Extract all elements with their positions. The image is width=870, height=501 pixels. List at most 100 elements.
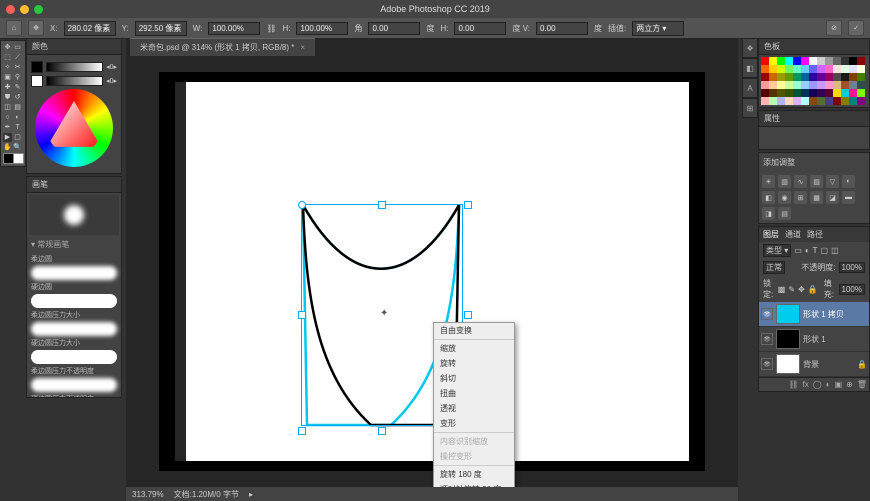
- swatch[interactable]: [769, 81, 777, 89]
- swatch[interactable]: [857, 65, 865, 73]
- skew-v-field[interactable]: 0.00: [536, 22, 588, 35]
- adjustment-layer-icon[interactable]: ◐: [826, 380, 831, 389]
- swatch[interactable]: [825, 97, 833, 105]
- chevron-right-icon[interactable]: ▸: [249, 490, 253, 499]
- swatch[interactable]: [841, 89, 849, 97]
- swatch[interactable]: [777, 97, 785, 105]
- brush-item-label[interactable]: 柔边圆压力不透明度: [31, 366, 117, 376]
- swatch[interactable]: [849, 97, 857, 105]
- swatch[interactable]: [793, 97, 801, 105]
- transform-anchor-icon[interactable]: ✦: [380, 308, 388, 319]
- adjust-gradient-map-icon[interactable]: ▤: [778, 207, 791, 220]
- visibility-toggle[interactable]: 👁: [761, 358, 773, 370]
- context-menu-item[interactable]: 斜切: [434, 371, 514, 386]
- frame-tool[interactable]: ▣: [3, 73, 12, 82]
- color-panel-tab[interactable]: 颜色: [27, 39, 121, 55]
- stamp-tool[interactable]: ⛊: [3, 93, 12, 102]
- context-menu-item[interactable]: 自由变换: [434, 323, 514, 338]
- handle-bot-left[interactable]: [298, 427, 306, 435]
- swatch[interactable]: [825, 81, 833, 89]
- swatch[interactable]: [809, 57, 817, 65]
- handle-top-left[interactable]: [298, 201, 306, 209]
- history-brush-tool[interactable]: ↺: [13, 93, 22, 102]
- adjust-brightness-icon[interactable]: ☀: [762, 175, 775, 188]
- swatch[interactable]: [825, 65, 833, 73]
- handle-mid-left[interactable]: [298, 311, 306, 319]
- filter-smart-icon[interactable]: ◫: [831, 246, 839, 255]
- swatch[interactable]: [857, 57, 865, 65]
- close-tab-icon[interactable]: ×: [300, 43, 305, 52]
- swatch[interactable]: [793, 81, 801, 89]
- spot-heal-tool[interactable]: ✚: [3, 83, 12, 92]
- swatch[interactable]: [849, 81, 857, 89]
- brush-item-label[interactable]: 硬边圆压力不透明度: [31, 394, 117, 397]
- swatch[interactable]: [777, 89, 785, 97]
- swatch[interactable]: [857, 97, 865, 105]
- swatch[interactable]: [841, 65, 849, 73]
- swatch[interactable]: [761, 73, 769, 81]
- commit-icon[interactable]: ✓: [848, 20, 864, 36]
- artboard-tool[interactable]: ▭: [13, 43, 22, 52]
- swatch[interactable]: [857, 81, 865, 89]
- fill-field[interactable]: 100%: [839, 284, 865, 295]
- brush-category[interactable]: ▾ 常规画笔: [27, 237, 121, 252]
- swatch[interactable]: [769, 57, 777, 65]
- bg-color[interactable]: [13, 153, 24, 164]
- pos-y-field[interactable]: 292.50 像素: [135, 21, 187, 36]
- panel-tab-icon[interactable]: ⊞: [742, 98, 758, 118]
- swatch[interactable]: [857, 73, 865, 81]
- swatch[interactable]: [809, 65, 817, 73]
- adjust-color-lookup-icon[interactable]: ▦: [810, 191, 823, 204]
- properties-tab[interactable]: 属性: [759, 111, 869, 127]
- link-layers-icon[interactable]: ⛓: [788, 380, 798, 389]
- adjust-posterize-icon[interactable]: ▬: [842, 191, 855, 204]
- new-layer-icon[interactable]: ⊕: [846, 380, 853, 389]
- lock-all-icon[interactable]: 🔒: [808, 285, 818, 294]
- swatch[interactable]: [761, 81, 769, 89]
- marquee-tool[interactable]: ⬚: [3, 53, 12, 62]
- transform-icon[interactable]: ✥: [28, 20, 44, 36]
- width-field[interactable]: 100.00%: [208, 22, 260, 35]
- swatch[interactable]: [777, 81, 785, 89]
- visibility-toggle[interactable]: 👁: [761, 308, 773, 320]
- gradient-slider[interactable]: [46, 62, 103, 72]
- eyedropper-tool[interactable]: ⚲: [13, 73, 22, 82]
- adjust-photo-filter-icon[interactable]: ◉: [778, 191, 791, 204]
- lock-pos-icon[interactable]: ✥: [798, 285, 805, 294]
- lasso-tool[interactable]: ⟋: [13, 53, 22, 62]
- swatch[interactable]: [817, 81, 825, 89]
- angle-field[interactable]: 0.00: [368, 22, 420, 35]
- swatch[interactable]: [793, 57, 801, 65]
- swatch[interactable]: [761, 65, 769, 73]
- document-tab[interactable]: 米奇包.psd @ 314% (形状 1 拷贝, RGB/8) *×: [130, 38, 315, 56]
- delete-layer-icon[interactable]: 🗑: [857, 380, 867, 389]
- layer-row[interactable]: 👁形状 1: [759, 327, 869, 352]
- swatch[interactable]: [841, 97, 849, 105]
- swatch[interactable]: [761, 89, 769, 97]
- swatch[interactable]: [825, 89, 833, 97]
- type-tool[interactable]: T: [13, 123, 22, 132]
- brush-tool[interactable]: ✎: [13, 83, 22, 92]
- swatch[interactable]: [841, 81, 849, 89]
- swatch[interactable]: [777, 57, 785, 65]
- filter-shape-icon[interactable]: ▢: [821, 246, 829, 255]
- panel-tab-icon[interactable]: A: [742, 78, 758, 98]
- swatch[interactable]: [849, 57, 857, 65]
- magic-wand-tool[interactable]: ✧: [3, 63, 12, 72]
- path-select-tool[interactable]: ▶: [3, 133, 12, 142]
- dodge-tool[interactable]: ◐: [13, 113, 22, 122]
- move-tool[interactable]: ✥: [3, 43, 12, 52]
- hand-tool[interactable]: ✋: [3, 143, 12, 152]
- lock-trans-icon[interactable]: ▩: [778, 285, 786, 294]
- swatch[interactable]: [793, 89, 801, 97]
- handle-top-right[interactable]: [464, 201, 472, 209]
- swatch[interactable]: [809, 73, 817, 81]
- brush-item-label[interactable]: 硬边圆压力大小: [31, 338, 117, 348]
- blend-mode-select[interactable]: 正常: [763, 261, 785, 274]
- swatch[interactable]: [825, 73, 833, 81]
- visibility-toggle[interactable]: 👁: [761, 333, 773, 345]
- swatch[interactable]: [841, 57, 849, 65]
- swatch[interactable]: [785, 89, 793, 97]
- swatches-tab[interactable]: 色板: [759, 39, 869, 55]
- swatch[interactable]: [825, 57, 833, 65]
